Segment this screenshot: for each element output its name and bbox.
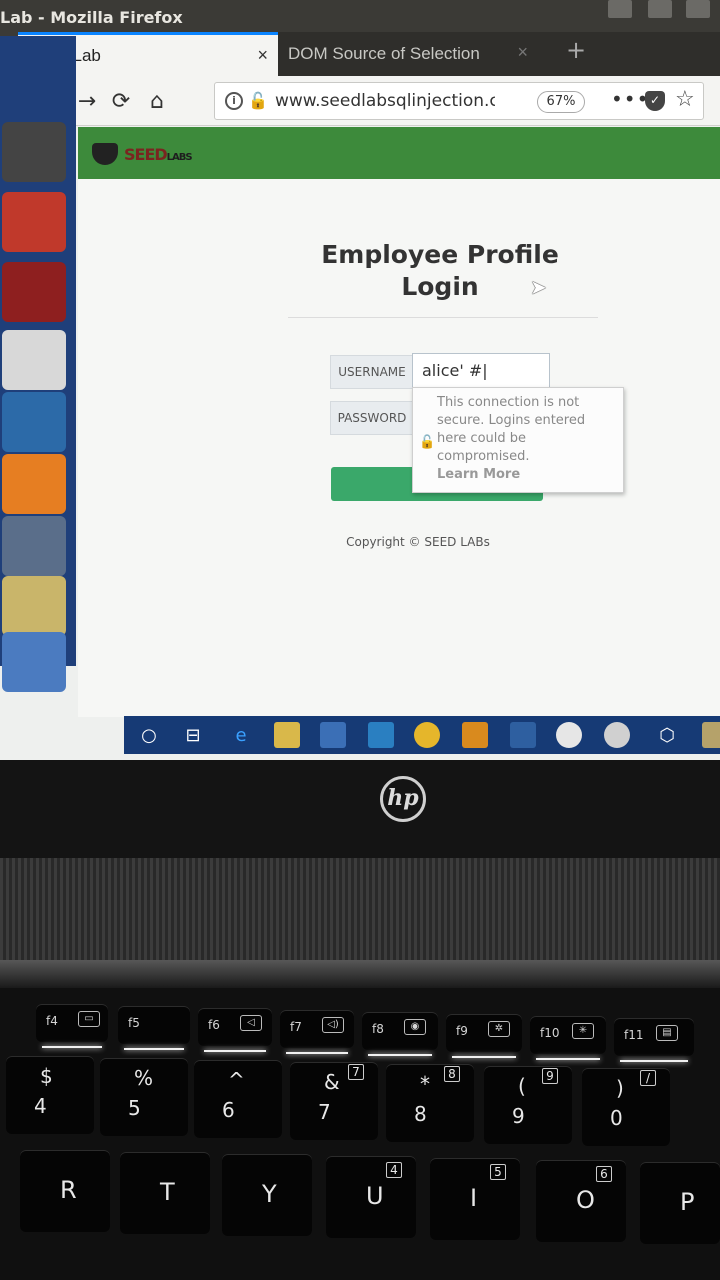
key-f11[interactable]: f11 ▤ bbox=[614, 1018, 694, 1062]
sublime-icon[interactable] bbox=[2, 192, 66, 252]
brightness-down-icon: ✲ bbox=[488, 1021, 510, 1037]
cortana-icon[interactable]: ○ bbox=[136, 722, 162, 748]
monitor-screen: Lab - Mozilla Firefox SQLi Lab × DOM Sou… bbox=[0, 0, 720, 760]
wireshark-icon[interactable] bbox=[2, 392, 66, 452]
site-info-icon[interactable]: i bbox=[225, 92, 243, 110]
page-actions-icon[interactable]: ••• bbox=[611, 87, 649, 111]
key-p[interactable]: P bbox=[640, 1162, 720, 1244]
window-titlebar: Lab - Mozilla Firefox bbox=[0, 0, 720, 36]
key-f9[interactable]: f9 ✲ bbox=[446, 1014, 522, 1058]
store-icon[interactable] bbox=[320, 722, 346, 748]
tab-strip: SQLi Lab × DOM Source of Selection × + bbox=[18, 32, 720, 76]
new-tab-button[interactable]: + bbox=[566, 36, 586, 64]
bookmark-star-icon[interactable]: ☆ bbox=[675, 87, 695, 112]
media-icon[interactable] bbox=[604, 722, 630, 748]
warning-text: This connection is not secure. Logins en… bbox=[437, 395, 586, 464]
url-bar[interactable]: i 🔓 www.seedlabsqlinjection.c 67% ••• ✓ … bbox=[214, 82, 704, 120]
key-f8[interactable]: f8 ◉ bbox=[362, 1012, 438, 1056]
key-y[interactable]: Y bbox=[222, 1154, 312, 1236]
files-icon[interactable] bbox=[2, 330, 66, 390]
key-7[interactable]: & 7 7 bbox=[290, 1062, 378, 1140]
tab-close-icon[interactable]: × bbox=[517, 42, 528, 63]
key-r[interactable]: R bbox=[20, 1150, 110, 1232]
keyboard-backlight-icon: ▤ bbox=[656, 1025, 678, 1041]
logo-wordmark: SEEDLABS bbox=[124, 144, 193, 164]
tray-keyboard-icon[interactable] bbox=[648, 0, 672, 18]
mute-icon: ◁ bbox=[240, 1015, 262, 1031]
explorer-icon[interactable] bbox=[274, 722, 300, 748]
seed-labs-logo[interactable]: SEEDLABS bbox=[92, 143, 193, 165]
app-icon[interactable] bbox=[462, 722, 488, 748]
home-button[interactable]: ⌂ bbox=[142, 86, 172, 116]
insecure-lock-icon[interactable]: 🔓 bbox=[248, 91, 268, 110]
text-editor-icon[interactable] bbox=[2, 122, 66, 182]
laptop-bezel bbox=[0, 760, 720, 870]
pocket-icon[interactable]: ✓ bbox=[645, 91, 665, 111]
virtualbox-icon[interactable]: ⬡ bbox=[654, 722, 680, 748]
task-view-icon[interactable]: ⊟ bbox=[180, 722, 206, 748]
insecure-login-warning: 🔓 This connection is not secure. Logins … bbox=[412, 387, 624, 493]
drawing-tool-icon[interactable] bbox=[2, 576, 66, 636]
key-5[interactable]: % 5 bbox=[100, 1058, 188, 1136]
key-f7[interactable]: f7 ◁) bbox=[280, 1010, 354, 1054]
volume-down-icon: ◁) bbox=[322, 1017, 344, 1033]
navigation-toolbar: ← → ⟳ ⌂ i 🔓 www.seedlabsqlinjection.c 67… bbox=[18, 76, 720, 126]
tab-dom-source[interactable]: DOM Source of Selection × bbox=[276, 32, 538, 76]
web-page: SEEDLABS Employee Profile Login USERNAME… bbox=[78, 127, 720, 717]
reload-button[interactable]: ⟳ bbox=[106, 86, 136, 116]
key-f4[interactable]: f4 ▭ bbox=[36, 1004, 108, 1048]
title-line-1: Employee Profile bbox=[321, 240, 559, 269]
seed-shield-icon bbox=[92, 143, 118, 165]
key-f6[interactable]: f6 ◁ bbox=[198, 1008, 272, 1052]
edge-icon[interactable]: e bbox=[228, 722, 254, 748]
url-text[interactable]: www.seedlabsqlinjection.c bbox=[275, 91, 495, 111]
key-0[interactable]: ) 0/ bbox=[582, 1068, 670, 1146]
settings-icon[interactable] bbox=[2, 516, 66, 576]
tray-network-icon[interactable] bbox=[608, 0, 632, 18]
word-app-icon[interactable] bbox=[556, 722, 582, 748]
title-divider bbox=[288, 317, 598, 318]
username-label: USERNAME bbox=[330, 355, 414, 389]
hinge bbox=[0, 960, 720, 988]
tab-label: DOM Source of Selection bbox=[288, 44, 480, 63]
windows-taskbar: ○ ⊟ e ⬡ bbox=[124, 716, 720, 754]
key-f5[interactable]: f5 bbox=[118, 1006, 190, 1050]
firefox-icon[interactable] bbox=[2, 454, 66, 514]
zoom-level-badge[interactable]: 67% bbox=[537, 91, 585, 113]
mouse-cursor-icon: ➤ bbox=[530, 275, 547, 299]
key-9[interactable]: (9 9 bbox=[484, 1066, 572, 1144]
key-t[interactable]: T bbox=[120, 1152, 210, 1234]
brightness-up-icon: ✳ bbox=[572, 1023, 594, 1039]
seed-labs-banner: SEEDLABS bbox=[78, 127, 720, 179]
chrome-icon[interactable] bbox=[414, 722, 440, 748]
key-4[interactable]: $4 bbox=[6, 1056, 94, 1134]
vscode-icon[interactable] bbox=[510, 722, 536, 748]
disk-icon[interactable] bbox=[2, 632, 66, 692]
key-o[interactable]: O6 bbox=[536, 1160, 626, 1242]
tab-close-icon[interactable]: × bbox=[257, 45, 268, 66]
tray-sound-icon[interactable] bbox=[686, 0, 710, 18]
forward-button[interactable]: → bbox=[72, 86, 102, 116]
learn-more-link[interactable]: Learn More bbox=[437, 466, 615, 484]
copyright-footer: Copyright © SEED LABs bbox=[346, 535, 490, 549]
password-label: PASSWORD bbox=[330, 401, 414, 435]
insecure-lock-icon: 🔓 bbox=[419, 435, 436, 450]
mic-icon: ◉ bbox=[404, 1019, 426, 1035]
ubuntu-launcher bbox=[0, 36, 76, 692]
key-6[interactable]: ^ 6 bbox=[194, 1060, 282, 1138]
key-8[interactable]: * 8 8 bbox=[386, 1064, 474, 1142]
window-title: Lab - Mozilla Firefox bbox=[0, 8, 183, 27]
workspace-switcher-icon[interactable] bbox=[2, 262, 66, 322]
hp-logo: hp bbox=[380, 776, 426, 822]
screen-icon: ▭ bbox=[78, 1011, 100, 1027]
tool-icon[interactable] bbox=[702, 722, 720, 748]
key-i[interactable]: I5 bbox=[430, 1158, 520, 1240]
mail-icon[interactable] bbox=[368, 722, 394, 748]
username-input[interactable]: alice' #| bbox=[412, 353, 550, 389]
key-u[interactable]: U4 bbox=[326, 1156, 416, 1238]
key-f10[interactable]: f10 ✳ bbox=[530, 1016, 606, 1060]
